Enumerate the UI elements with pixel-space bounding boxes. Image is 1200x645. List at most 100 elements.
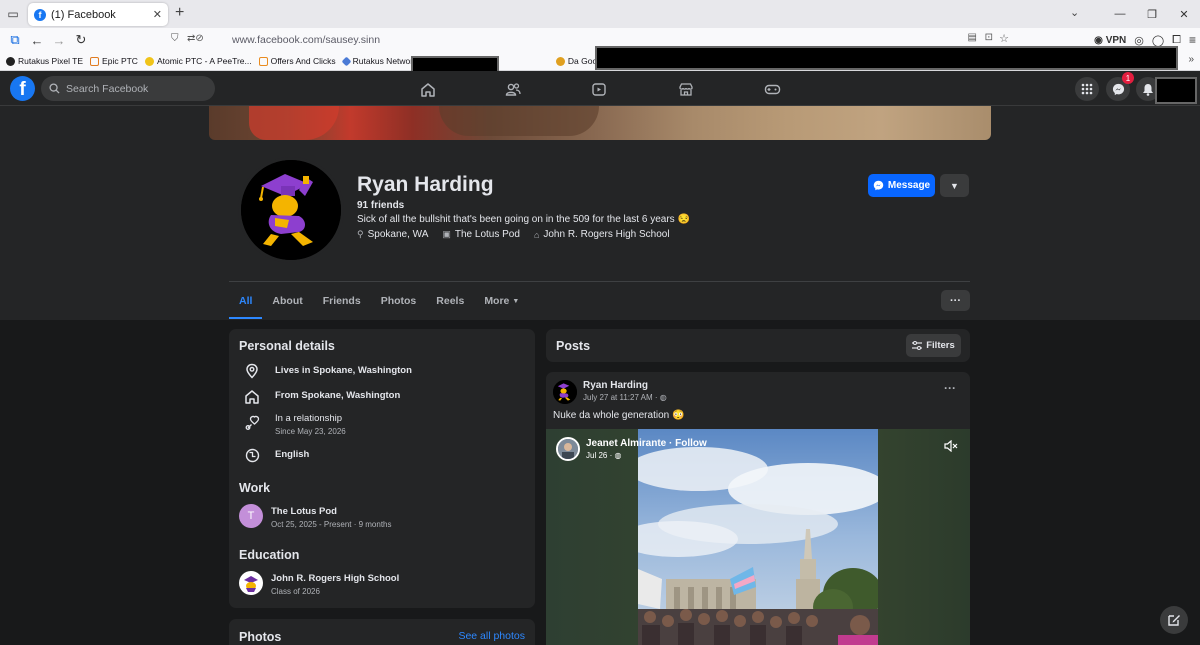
facebook-favicon-icon: f [34,8,46,21]
friends-count-link[interactable]: 91 friends [357,200,404,211]
cover-photo-detail [439,106,599,136]
bookmark-favicon-icon [341,56,352,66]
see-all-photos-link[interactable]: See all photos [458,630,525,642]
sidebar-toggle-icon[interactable]: ⧉ [4,28,26,52]
vpn-label: VPN [1105,34,1127,46]
chevron-down-icon[interactable]: ⌄ [1070,6,1079,19]
bookmark-item[interactable]: Rutakus Pixel TE [6,56,83,66]
bookmark-item[interactable]: Epic PTC [90,56,138,66]
post-author-avatar[interactable] [553,380,577,404]
video-thumbnail [638,429,878,645]
messenger-icon [1112,83,1124,95]
new-message-button[interactable] [1160,606,1188,634]
bookmark-item[interactable]: Offers And Clicks [258,56,336,66]
close-tab-icon[interactable]: ✕ [153,8,162,21]
message-button[interactable]: Message [868,174,935,197]
photos-card: Photos See all photos [229,619,535,645]
bell-icon [1143,83,1153,96]
search-input[interactable]: Search Facebook [41,76,215,101]
school-icon: ⌂ [533,229,540,240]
post-author-name[interactable]: Ryan Harding [583,380,648,391]
detail-language: English [243,446,309,464]
facebook-logo[interactable]: f [10,76,35,101]
tab-friends[interactable]: Friends [313,283,371,319]
marketplace-nav-icon[interactable] [676,80,696,98]
post-options-icon[interactable]: ··· [944,381,956,395]
tab-reels[interactable]: Reels [426,283,474,319]
chevron-down-icon: ▼ [950,180,959,191]
profile-options-button[interactable]: ··· [941,290,970,311]
personal-details-title: Personal details [239,339,335,353]
bookmark-favicon-icon [6,56,15,66]
url-text: www.facebook.com/sausey.sinn [232,34,381,46]
restore-icon[interactable]: ❐ [1136,8,1168,21]
minimize-icon[interactable]: — [1104,8,1136,20]
browser-tab-bar: ▭ f (1) Facebook ✕ + ⌄ — ❐ ✕ [0,0,1200,28]
work-company-link[interactable]: The Lotus Pod [271,506,392,517]
tab-more[interactable]: More ▼ [474,283,529,319]
intro-card: Personal details Lives in Spokane, Washi… [229,329,535,608]
extensions-puzzle-icon[interactable]: ⧠ [1172,34,1181,47]
close-window-icon[interactable]: ✕ [1168,8,1200,21]
location-pin-icon [243,362,261,380]
video-nav-icon[interactable] [589,80,609,98]
detail-work: T The Lotus Pod Oct 25, 2025 - Present ·… [239,504,392,529]
school-link[interactable]: John R. Rogers High School [271,573,399,584]
new-tab-icon[interactable]: + [175,4,184,22]
profile-avatar-image [241,160,341,260]
profile-avatar[interactable] [238,157,344,263]
profile-more-button[interactable]: ▼ [940,174,969,197]
bookmark-item[interactable]: Atomic PTC - A PeeTre... [144,56,252,66]
work-title: Work [239,481,271,495]
tab-photos[interactable]: Photos [371,283,427,319]
search-placeholder: Search Facebook [66,82,149,95]
from-text[interactable]: From Spokane, Washington [275,390,400,401]
reader-view-icon[interactable]: ▤ [968,32,977,43]
permissions-icon[interactable]: ⇄⊘ [187,33,204,44]
shared-video[interactable] [546,429,970,645]
tab-about[interactable]: About [262,283,312,319]
profile-work-link[interactable]: The Lotus Pod [455,229,520,240]
tab-all[interactable]: All [229,283,263,319]
tab-list-icon[interactable]: ▭ [0,0,26,28]
bookmark-star-icon[interactable]: ☆ [999,32,1009,45]
forward-icon[interactable]: → [48,28,70,52]
filters-label: Filters [926,340,955,351]
download-page-icon[interactable]: ⊡ [985,32,993,43]
cover-photo[interactable] [209,106,991,140]
redacted-account-avatar [1155,77,1197,104]
mute-icon[interactable] [944,439,958,455]
reload-icon[interactable]: ↻ [70,28,92,52]
school-avatar[interactable] [239,571,263,595]
menu-icon[interactable]: ≡ [1189,33,1196,47]
friends-nav-icon[interactable] [503,80,523,98]
browser-tab-facebook[interactable]: f (1) Facebook ✕ [28,3,168,26]
lives-in-text[interactable]: Lives in Spokane, Washington [275,365,412,376]
shared-author-avatar[interactable] [556,437,580,461]
detail-education: John R. Rogers High School Class of 2026 [239,571,399,596]
more-dots-icon: ··· [950,294,961,307]
vpn-button[interactable]: ◉ VPN [1094,35,1126,46]
gaming-nav-icon[interactable] [762,80,782,98]
extension-icon[interactable]: ◎ [1134,34,1144,47]
caret-down-icon: ▼ [512,297,520,305]
messenger-icon [873,180,884,191]
shared-timestamp[interactable]: Jul 26 · ◍ [586,451,621,460]
bookmark-favicon-icon [555,56,565,66]
home-nav-icon[interactable] [418,80,438,98]
briefcase-icon: ▣ [442,229,451,239]
profile-school-link[interactable]: John R. Rogers High School [543,229,669,240]
back-icon[interactable]: ← [26,28,48,52]
profile-location: Spokane, WA [367,229,429,240]
shared-author-follow-link[interactable]: Jeanet Almirante · Follow [586,438,707,449]
compose-icon [1168,615,1180,626]
menu-grid-button[interactable] [1075,77,1099,101]
account-icon[interactable]: ◯ [1152,34,1164,47]
filters-button[interactable]: Filters [906,334,961,357]
post-timestamp[interactable]: July 27 at 11:27 AM · ◍ [583,393,667,402]
messenger-button[interactable]: 1 [1106,72,1134,101]
window-controls: — ❐ ✕ [1104,0,1200,28]
bookmarks-overflow-icon[interactable]: » [1188,54,1194,65]
work-avatar[interactable]: T [239,504,263,528]
detail-from: From Spokane, Washington [243,387,400,405]
